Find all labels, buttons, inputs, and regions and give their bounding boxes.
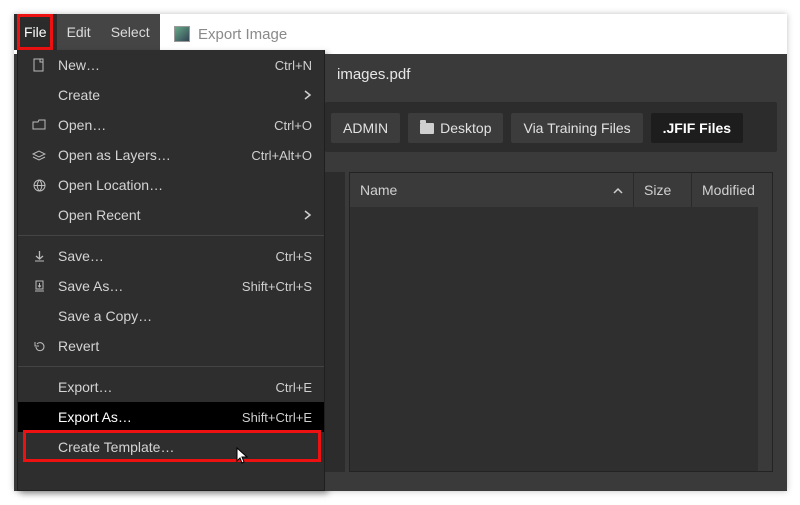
file-list-body[interactable] — [350, 207, 758, 471]
globe-icon — [28, 179, 50, 192]
menu-separator — [18, 366, 324, 367]
menu-item-save-as[interactable]: Save As… Shift+Ctrl+S — [18, 271, 324, 301]
menu-item-open[interactable]: Open… Ctrl+O — [18, 110, 324, 140]
menu-item-open-as-layers[interactable]: Open as Layers… Ctrl+Alt+O — [18, 140, 324, 170]
window-title: Export Image — [174, 14, 287, 54]
menu-item-export[interactable]: Export… Ctrl+E — [18, 372, 324, 402]
places-pane-edge — [325, 172, 345, 472]
filename-field[interactable]: images.pdf — [325, 54, 787, 94]
menu-item-save-a-copy[interactable]: Save a Copy… — [18, 301, 324, 331]
main-menubar: File Edit Select — [14, 14, 160, 50]
save-as-icon — [28, 280, 50, 293]
menu-select[interactable]: Select — [101, 14, 160, 50]
menu-item-create[interactable]: Create — [18, 80, 324, 110]
revert-icon — [28, 340, 50, 353]
menu-item-open-recent[interactable]: Open Recent — [18, 200, 324, 230]
column-header-size[interactable]: Size — [634, 173, 692, 207]
path-breadcrumb: ADMIN Desktop Via Training Files .JFIF F… — [325, 109, 777, 147]
app-window: File Edit Select Export Image New… Ctrl+… — [14, 14, 787, 491]
column-header-name[interactable]: Name — [350, 173, 634, 207]
menu-item-export-as[interactable]: Export As… Shift+Ctrl+E — [18, 402, 324, 432]
titlebar-thumbnail-icon — [174, 26, 190, 42]
menu-item-save[interactable]: Save… Ctrl+S — [18, 241, 324, 271]
chevron-right-icon — [304, 90, 312, 100]
folder-icon — [420, 123, 434, 134]
crumb-jfif-files[interactable]: .JFIF Files — [651, 113, 743, 143]
menu-separator — [18, 235, 324, 236]
save-icon — [28, 250, 50, 263]
file-list-header: Name Size Modified — [350, 173, 772, 207]
menu-item-new[interactable]: New… Ctrl+N — [18, 50, 324, 80]
menu-item-open-location[interactable]: Open Location… — [18, 170, 324, 200]
window-title-text: Export Image — [198, 26, 287, 43]
chevron-right-icon — [304, 210, 312, 220]
new-file-icon — [28, 58, 50, 72]
folder-open-icon — [28, 119, 50, 131]
crumb-admin[interactable]: ADMIN — [331, 113, 400, 143]
menu-item-create-template[interactable]: Create Template… — [18, 432, 324, 462]
filename-text: images.pdf — [337, 66, 410, 83]
sort-asc-icon — [613, 182, 623, 198]
crumb-desktop[interactable]: Desktop — [408, 113, 503, 143]
file-dropdown-menu: New… Ctrl+N Create Open… Ctrl+O Open as … — [17, 50, 325, 491]
menu-edit[interactable]: Edit — [57, 14, 101, 50]
column-header-modified[interactable]: Modified — [692, 173, 772, 207]
vertical-scrollbar[interactable] — [758, 207, 772, 471]
layers-icon — [28, 149, 50, 161]
export-dialog: images.pdf ADMIN Desktop Via Training Fi… — [325, 54, 787, 491]
crumb-via-training-files[interactable]: Via Training Files — [511, 113, 642, 143]
menu-item-revert[interactable]: Revert — [18, 331, 324, 361]
menu-file[interactable]: File — [14, 14, 57, 50]
file-list-pane: Name Size Modified — [349, 172, 773, 472]
